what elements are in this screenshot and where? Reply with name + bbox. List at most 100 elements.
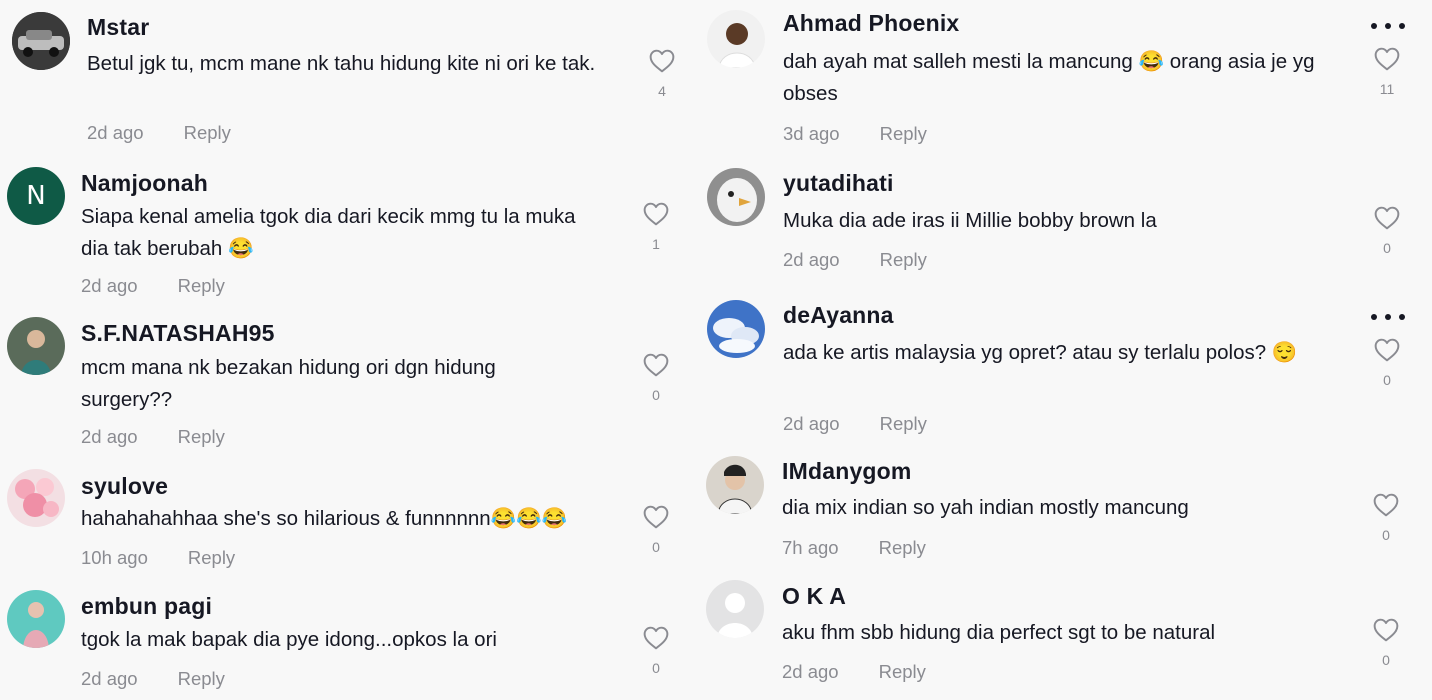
reply-button[interactable]: Reply — [178, 275, 225, 296]
heart-outline-icon — [1373, 493, 1399, 517]
reply-button[interactable]: Reply — [880, 123, 927, 144]
username[interactable]: embun pagi — [81, 593, 212, 620]
avatar[interactable] — [7, 317, 65, 375]
comment-meta: 2d ago Reply — [783, 413, 927, 435]
like-count: 0 — [1383, 372, 1391, 388]
timestamp: 2d ago — [782, 661, 839, 682]
comment-meta: 2d ago Reply — [783, 249, 927, 271]
reply-button[interactable]: Reply — [188, 547, 235, 568]
comment-meta: 2d ago Reply — [87, 122, 231, 144]
like-button[interactable]: 0 — [1367, 338, 1407, 388]
like-count: 0 — [1382, 652, 1390, 668]
car-avatar-image — [12, 12, 70, 70]
username[interactable]: yutadihati — [783, 170, 894, 197]
reply-button[interactable]: Reply — [879, 537, 926, 558]
heart-outline-icon — [643, 505, 669, 529]
heart-outline-icon — [1374, 206, 1400, 230]
reply-button[interactable]: Reply — [178, 426, 225, 447]
avatar[interactable] — [12, 12, 70, 70]
like-button[interactable]: 0 — [1366, 493, 1406, 543]
reply-button[interactable]: Reply — [880, 413, 927, 434]
avatar-letter: N — [26, 181, 46, 211]
comment-item-oka: O K A aku fhm sbb hidung dia perfect sgt… — [700, 573, 1432, 700]
timestamp: 2d ago — [87, 122, 144, 143]
avatar[interactable] — [706, 456, 764, 514]
username[interactable]: Ahmad Phoenix — [783, 10, 959, 37]
comment-item-deayanna: deAyanna ada ke artis malaysia yg opret?… — [700, 292, 1432, 452]
comment-text: hahahahahhaa she's so hilarious & funnnn… — [81, 507, 568, 530]
avatar[interactable] — [7, 469, 65, 527]
reply-button[interactable]: Reply — [184, 122, 231, 143]
like-button[interactable]: 1 — [636, 202, 676, 252]
person-avatar-image — [7, 590, 65, 648]
username[interactable]: syulove — [81, 473, 168, 500]
comment-text: dia mix indian so yah indian mostly manc… — [782, 496, 1189, 519]
username[interactable]: S.F.NATASHAH95 — [81, 320, 275, 347]
comment-item-namjoonah: N Namjoonah Siapa kenal amelia tgok dia … — [0, 160, 700, 310]
like-count: 0 — [652, 660, 660, 676]
comment-text: ada ke artis malaysia yg opret? atau sy … — [783, 341, 1298, 364]
comment-meta: 2d ago Reply — [782, 661, 926, 683]
avatar[interactable]: N — [7, 167, 65, 225]
username[interactable]: Namjoonah — [81, 170, 208, 197]
like-count: 0 — [652, 387, 660, 403]
comment-text: aku fhm sbb hidung dia perfect sgt to be… — [782, 621, 1216, 644]
timestamp: 2d ago — [783, 249, 840, 270]
like-count: 0 — [1382, 527, 1390, 543]
like-button[interactable]: 0 — [636, 505, 676, 555]
person-avatar-image — [707, 10, 765, 68]
comment-text: Betul jgk tu, mcm mane nk tahu hidung ki… — [87, 52, 596, 75]
timestamp: 2d ago — [81, 668, 138, 689]
reply-button[interactable]: Reply — [178, 668, 225, 689]
bird-avatar-image — [707, 168, 765, 226]
heart-outline-icon — [643, 202, 669, 226]
comment-text: dah ayah mat salleh mesti la mancung 😂 o… — [783, 50, 1315, 105]
comment-item-syulove: syulove hahahahahhaa she's so hilarious … — [0, 462, 700, 582]
comment-text: mcm mana nk bezakan hidung ori dgn hidun… — [81, 356, 496, 411]
username[interactable]: O K A — [782, 583, 846, 610]
comment-meta: 2d ago Reply — [81, 275, 225, 297]
like-button[interactable]: 4 — [642, 49, 682, 99]
sky-avatar-image — [707, 300, 765, 358]
like-count: 0 — [652, 539, 660, 555]
avatar[interactable] — [707, 168, 765, 226]
timestamp: 2d ago — [81, 426, 138, 447]
like-count: 0 — [1383, 240, 1391, 256]
username[interactable]: Mstar — [87, 14, 149, 41]
heart-outline-icon — [649, 49, 675, 73]
like-button[interactable]: 0 — [1367, 206, 1407, 256]
like-count: 11 — [1379, 81, 1395, 97]
timestamp: 7h ago — [782, 537, 839, 558]
like-button[interactable]: 0 — [1366, 618, 1406, 668]
username[interactable]: deAyanna — [783, 302, 894, 329]
more-options-icon[interactable] — [1371, 314, 1405, 322]
comment-text: Muka dia ade iras ii Millie bobby brown … — [783, 209, 1157, 232]
timestamp: 3d ago — [783, 123, 840, 144]
like-button[interactable]: 11 — [1367, 47, 1407, 97]
comment-item-mstar: Mstar Betul jgk tu, mcm mane nk tahu hid… — [0, 0, 700, 160]
heart-outline-icon — [643, 353, 669, 377]
avatar[interactable] — [707, 10, 765, 68]
reply-button[interactable]: Reply — [880, 249, 927, 270]
avatar[interactable] — [7, 590, 65, 648]
comment-meta: 2d ago Reply — [81, 426, 225, 448]
comment-item-embun-pagi: embun pagi tgok la mak bapak dia pye ido… — [0, 583, 700, 700]
comment-meta: 2d ago Reply — [81, 668, 225, 690]
avatar[interactable] — [707, 300, 765, 358]
comment-text: Siapa kenal amelia tgok dia dari kecik m… — [81, 205, 576, 260]
timestamp: 2d ago — [783, 413, 840, 434]
comment-meta: 3d ago Reply — [783, 123, 927, 145]
heart-outline-icon — [643, 626, 669, 650]
username[interactable]: IMdanygom — [782, 458, 912, 485]
comment-item-imdanygom: IMdanygom dia mix indian so yah indian m… — [700, 448, 1432, 573]
person-avatar-image — [7, 317, 65, 375]
timestamp: 10h ago — [81, 547, 148, 568]
more-options-icon[interactable] — [1371, 23, 1405, 31]
reply-button[interactable]: Reply — [879, 661, 926, 682]
flowers-avatar-image — [7, 469, 65, 527]
like-button[interactable]: 0 — [636, 626, 676, 676]
comment-item-sfnatashah95: S.F.NATASHAH95 mcm mana nk bezakan hidun… — [0, 310, 700, 460]
comment-item-yutadihati: yutadihati Muka dia ade iras ii Millie b… — [700, 160, 1432, 285]
avatar[interactable] — [706, 580, 764, 638]
like-button[interactable]: 0 — [636, 353, 676, 403]
